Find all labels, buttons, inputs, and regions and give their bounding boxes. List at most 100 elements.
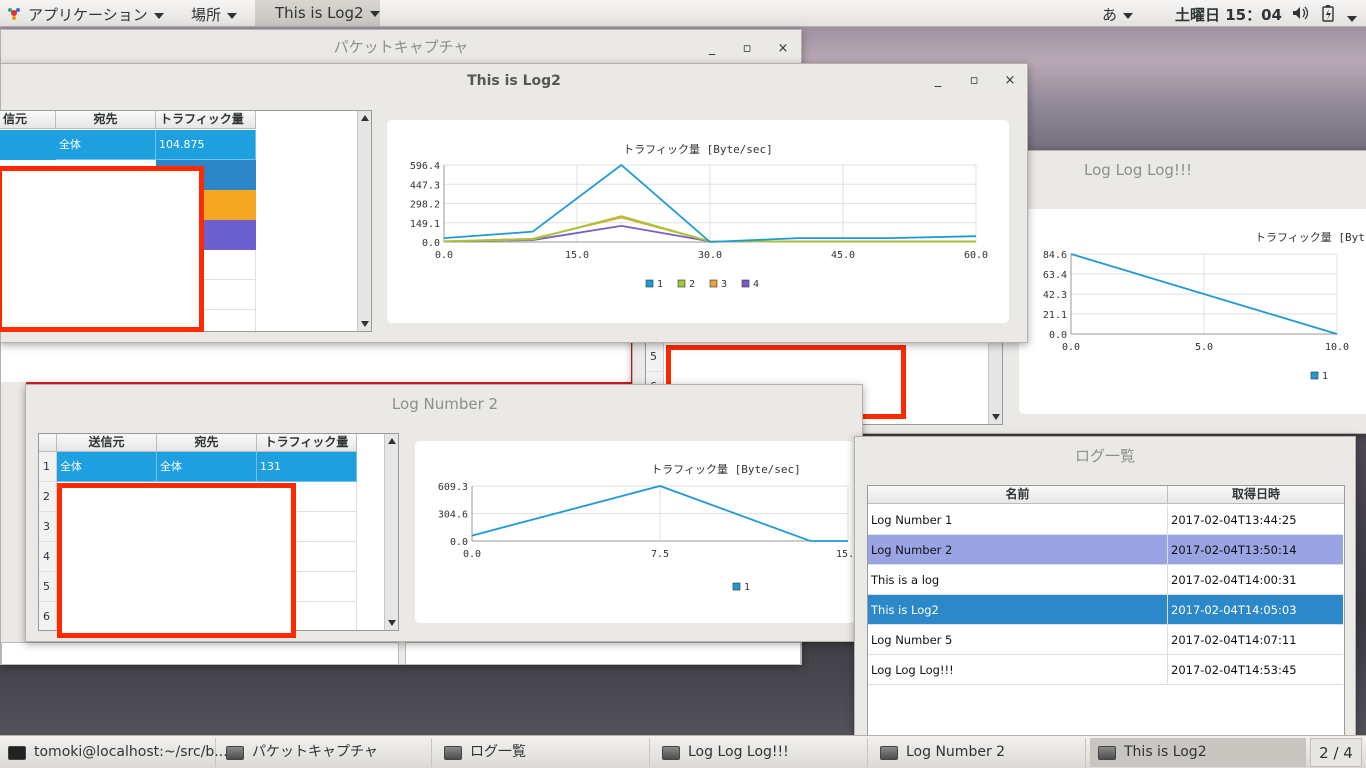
scroll-down-icon[interactable]	[992, 414, 1000, 420]
log-date: 2017-02-04T14:00:31	[1171, 573, 1297, 587]
workspace-indicator[interactable]: 2 / 4	[1310, 738, 1362, 767]
window-icon	[880, 746, 898, 760]
vertical-scrollbar[interactable]	[988, 342, 1002, 424]
row-number: 1	[39, 452, 57, 482]
app-menu-label: This is Log2	[275, 4, 364, 22]
window-icon	[226, 746, 244, 760]
volume-icon[interactable]	[1292, 6, 1309, 26]
vertical-scrollbar[interactable]	[384, 434, 398, 630]
scroll-up-icon[interactable]	[388, 438, 396, 444]
traffic-chart: トラフィック量 [Byte/sec] 596.4 447.3 298.2 149.1 0…	[410, 143, 988, 290]
chart-title: トラフィック量 [Byte/sec]	[623, 143, 773, 156]
scroll-up-icon[interactable]	[361, 115, 369, 121]
x-tick-label: 0.0	[435, 250, 453, 261]
redaction-box	[57, 483, 296, 638]
list-item[interactable]: Log Number 2 2017-02-04T13:50:14	[868, 535, 1343, 565]
log-table[interactable]: 名前 取得日時 Log Number 1 2017-02-04T13:44:25 L…	[867, 485, 1345, 737]
x-tick-label: 60.0	[964, 250, 988, 261]
chart-panel: トラフィック量 [Byte/sec] 609.3 304.6 0.0 0.0 7.5 15…	[415, 441, 860, 623]
window-title: Log Number 2	[391, 395, 499, 413]
y-tick-label: 0.0	[1049, 330, 1067, 341]
scroll-down-icon[interactable]	[361, 321, 369, 327]
minimize-button[interactable]: _	[929, 72, 947, 90]
close-button[interactable]: ×	[1001, 72, 1019, 90]
input-method-menu[interactable]: あ	[1102, 4, 1134, 24]
places-label: 場所	[191, 6, 222, 24]
window-title: ログ一覧	[1074, 447, 1135, 465]
column-header-destination[interactable]: 宛先	[157, 434, 257, 452]
system-menu[interactable]	[1347, 9, 1357, 29]
column-header-destination[interactable]: 宛先	[56, 111, 156, 129]
legend-label: 1	[744, 582, 750, 593]
task-log-number-2[interactable]: Log Number 2	[872, 738, 1086, 767]
column-header-source[interactable]: 送信元	[57, 434, 157, 452]
y-tick-label: 609.3	[438, 482, 468, 493]
content-area	[1, 642, 399, 665]
chart-title: トラフィック量 [Byt	[1255, 231, 1365, 244]
window-icon	[662, 746, 680, 760]
list-item[interactable]: This is Log2 2017-02-04T14:05:03	[868, 595, 1343, 625]
maximize-button[interactable]: ▫	[965, 72, 983, 90]
window-title: This is Log2	[467, 73, 561, 89]
column-header-name[interactable]: 名前	[868, 486, 1168, 504]
legend-label: 4	[753, 279, 759, 290]
row-number: 3	[39, 512, 57, 542]
column-header-source[interactable]: 信元	[0, 111, 56, 129]
row-number: 4	[39, 542, 57, 572]
task-terminal[interactable]: tomoki@localhost:~/src/b...	[0, 738, 228, 767]
log-date: 2017-02-04T13:44:25	[1171, 513, 1297, 527]
table-row[interactable]: 全体 104.875	[0, 130, 256, 160]
log-date: 2017-02-04T14:05:03	[1171, 603, 1297, 617]
list-item[interactable]: Log Number 5 2017-02-04T14:07:11	[868, 625, 1343, 655]
places-menu[interactable]: 場所	[191, 4, 238, 24]
traffic-chart: トラフィック量 [Byt 84.6 63.4 42.3 21.1 0.00.0 5.0 10…	[1043, 231, 1365, 382]
column-header-date[interactable]: 取得日時	[1168, 486, 1344, 504]
close-button[interactable]: ×	[774, 40, 792, 58]
chart-panel: トラフィック量 [Byte/sec] 596.4 447.3 298.2 149.1 0…	[387, 120, 1009, 323]
scroll-down-icon[interactable]	[388, 620, 396, 626]
applications-label: アプリケーション	[28, 6, 148, 24]
destination-cell: 全体	[56, 130, 156, 160]
traffic-cell: 104.875	[156, 130, 256, 160]
list-item[interactable]: This is a log 2017-02-04T14:00:31	[868, 565, 1343, 595]
y-tick-label: 298.2	[410, 200, 440, 211]
y-tick-label: 149.1	[410, 219, 440, 230]
y-tick-label: 304.6	[438, 510, 468, 521]
log-name: Log Log Log!!!	[871, 663, 954, 677]
y-tick-label: 447.3	[410, 180, 440, 191]
vertical-scrollbar[interactable]	[357, 111, 371, 331]
x-tick-label: 30.0	[698, 250, 722, 261]
row-number: 5	[646, 342, 664, 372]
applications-menu[interactable]: アプリケーション	[28, 4, 164, 24]
task-log-log-log[interactable]: Log Log Log!!!	[654, 738, 868, 767]
minimize-button[interactable]: _	[703, 40, 721, 58]
log-name: Log Number 1	[871, 513, 953, 527]
x-tick-label: 15.0	[836, 549, 855, 560]
input-method-label: あ	[1102, 6, 1118, 24]
column-header-traffic[interactable]: トラフィック量	[257, 434, 357, 452]
task-label: This is Log2	[1124, 744, 1207, 760]
log-date: 2017-02-04T13:50:14	[1171, 543, 1297, 557]
table-row[interactable]: 全体 全体 131	[57, 452, 357, 482]
app-menu[interactable]: This is Log2	[255, 0, 380, 26]
activities-icon[interactable]	[6, 5, 22, 21]
traffic-chart: トラフィック量 [Byte/sec] 609.3 304.6 0.00.0 7.5 15…	[438, 463, 860, 593]
task-packet-capture[interactable]: パケットキャプチャ	[218, 738, 432, 767]
row-number: 6	[39, 602, 57, 630]
clock[interactable]: 土曜日 15：04	[1175, 4, 1282, 24]
column-header-traffic[interactable]: トラフィック量	[156, 111, 256, 129]
task-label: Log Log Log!!!	[688, 744, 789, 760]
legend-label: 2	[689, 279, 695, 290]
chevron-down-icon	[369, 10, 380, 17]
legend-swatch	[709, 279, 718, 288]
destination-cell: 全体	[157, 452, 257, 482]
column-header-index	[39, 434, 57, 452]
x-tick-label: 45.0	[831, 250, 855, 261]
task-log-list[interactable]: ログ一覧	[436, 738, 650, 767]
maximize-button[interactable]: ▫	[738, 40, 756, 58]
list-item[interactable]: Log Number 1 2017-02-04T13:44:25	[868, 505, 1343, 535]
battery-icon[interactable]	[1322, 5, 1334, 25]
task-this-is-log2[interactable]: This is Log2	[1090, 738, 1306, 767]
redaction-box	[0, 166, 204, 332]
list-item[interactable]: Log Log Log!!! 2017-02-04T14:53:45	[868, 655, 1343, 685]
